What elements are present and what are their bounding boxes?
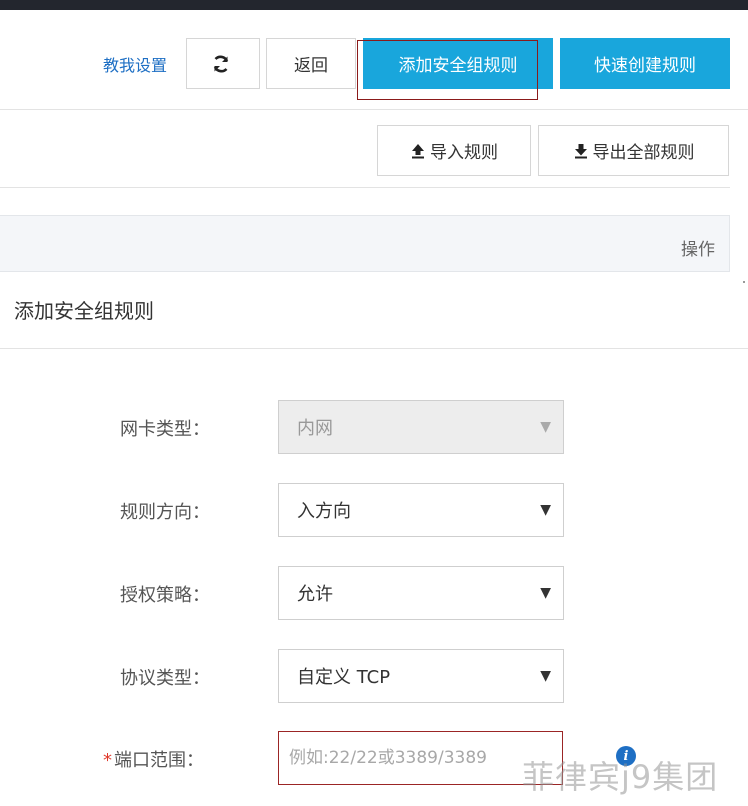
caret-down-icon: ▼ bbox=[540, 502, 551, 518]
import-rules-button[interactable]: 导入规则 bbox=[377, 125, 531, 176]
download-icon bbox=[574, 143, 587, 158]
policy-select[interactable]: 允许 ▼ bbox=[278, 566, 564, 620]
direction-select[interactable]: 入方向 ▼ bbox=[278, 483, 564, 537]
watermark: 菲律宾j9集团 bbox=[522, 758, 719, 796]
nic-type-label: 网卡类型： bbox=[120, 419, 210, 440]
add-security-rule-button[interactable]: 添加安全组规则 bbox=[363, 38, 553, 89]
divider bbox=[0, 187, 730, 188]
export-all-rules-label: 导出全部规则 bbox=[592, 143, 695, 163]
top-nav-bar bbox=[0, 0, 748, 10]
protocol-value: 自定义 TCP bbox=[297, 667, 391, 688]
port-range-input[interactable] bbox=[278, 731, 563, 785]
caret-down-icon: ▼ bbox=[540, 419, 551, 435]
import-rules-label: 导入规则 bbox=[430, 143, 498, 163]
port-range-label-text: 端口范围： bbox=[114, 750, 204, 771]
port-range-label: * 端口范围： bbox=[103, 746, 204, 772]
refresh-icon bbox=[213, 55, 229, 72]
quick-create-rule-button[interactable]: 快速创建规则 bbox=[560, 38, 730, 89]
refresh-button[interactable] bbox=[186, 38, 260, 89]
nic-type-select: 内网 ▼ bbox=[278, 400, 564, 454]
divider bbox=[0, 348, 748, 349]
export-all-rules-button[interactable]: 导出全部规则 bbox=[538, 125, 729, 176]
decorative-dot bbox=[743, 281, 745, 283]
policy-value: 允许 bbox=[297, 584, 333, 605]
protocol-select[interactable]: 自定义 TCP ▼ bbox=[278, 649, 564, 703]
required-mark: * bbox=[103, 750, 112, 771]
operations-column-header: 操作 bbox=[681, 240, 715, 260]
back-button[interactable]: 返回 bbox=[266, 38, 356, 89]
caret-down-icon: ▼ bbox=[540, 585, 551, 601]
direction-value: 入方向 bbox=[297, 501, 351, 522]
caret-down-icon: ▼ bbox=[540, 668, 551, 684]
divider bbox=[0, 109, 748, 110]
dialog-title: 添加安全组规则 bbox=[14, 299, 154, 323]
direction-label: 规则方向： bbox=[120, 502, 210, 523]
policy-label: 授权策略： bbox=[120, 585, 210, 606]
protocol-label: 协议类型： bbox=[120, 668, 210, 689]
upload-icon bbox=[412, 143, 424, 158]
rules-table-header: 操作 bbox=[0, 215, 730, 272]
nic-type-value: 内网 bbox=[297, 418, 333, 439]
help-setup-link[interactable]: 教我设置 bbox=[103, 52, 167, 76]
